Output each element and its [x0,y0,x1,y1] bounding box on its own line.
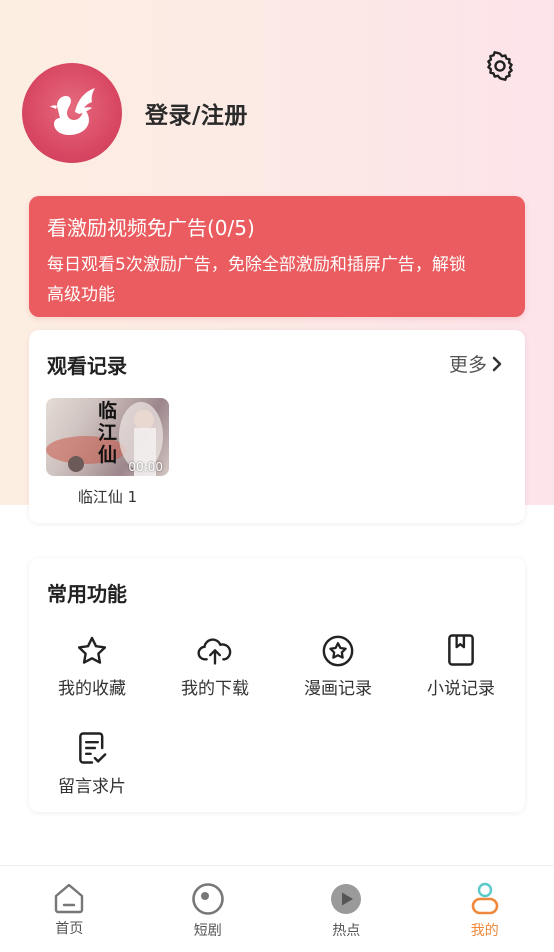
poster-title-text: 临江仙 [98,400,118,466]
history-thumbnail[interactable]: 临江仙 00:00 [46,398,169,476]
history-more-link[interactable]: 更多 [449,350,503,377]
banner-description: 每日观看5次激励广告，免除全部激励和插屏广告，解锁 高级功能 [47,250,507,310]
chevron-right-icon [492,356,502,371]
book-icon [448,634,474,666]
tab-home[interactable]: 首页 [0,866,139,952]
function-label: 漫画记录 [304,679,372,699]
novel-history-button[interactable]: 小说记录 [411,628,511,699]
avatar[interactable] [22,63,122,163]
settings-button[interactable] [482,48,518,84]
more-label: 更多 [448,354,487,376]
video-duration: 00:00 [128,460,163,474]
play-circle-icon [331,884,362,914]
tab-label: 热点 [332,923,361,939]
function-label: 小说记录 [427,679,495,699]
history-item-caption: 临江仙 1 [77,488,138,506]
cloud-upload-icon [197,638,232,665]
tab-mine[interactable]: 我的 [416,866,554,952]
watch-history-card: 观看记录 更多 临江仙 00:00 临江仙 1 [29,330,525,523]
functions-title: 常用功能 [47,582,127,606]
login-register-link[interactable]: 登录/注册 [145,96,248,130]
tab-label: 我的 [470,923,499,939]
document-check-icon [79,732,107,764]
my-downloads-button[interactable]: 我的下载 [165,628,265,699]
my-favorites-button[interactable]: 我的收藏 [42,628,142,699]
history-title: 观看记录 [47,354,127,378]
star-icon [77,636,107,664]
comic-history-button[interactable]: 漫画记录 [288,628,388,699]
function-label: 留言求片 [58,777,126,797]
bottom-tab-bar: 首页 短剧 热点 我的 [0,865,554,952]
tab-label: 短剧 [193,923,222,939]
star-circle-icon [322,635,354,667]
profile-icon [471,882,499,915]
gear-icon [487,51,513,81]
common-functions-card: 常用功能 我的收藏 我的下载 漫画记录 小说记录 留言求片 [29,558,525,812]
banner-title: 看激励视频免广告(0/5) [47,216,255,240]
circle-dot-icon [191,883,224,915]
tab-hot[interactable]: 热点 [277,866,416,952]
banner-description-line: 每日观看5次激励广告，免除全部激励和插屏广告，解锁 [47,255,466,275]
home-icon [55,883,84,914]
function-label: 我的下载 [181,679,249,699]
swan-logo-icon [50,88,95,135]
banner-description-line: 高级功能 [47,285,115,305]
request-movie-button[interactable]: 留言求片 [42,726,142,797]
function-label: 我的收藏 [58,679,126,699]
tab-label: 首页 [55,921,84,937]
reward-ad-banner[interactable]: 看激励视频免广告(0/5) 每日观看5次激励广告，免除全部激励和插屏广告，解锁 … [29,196,525,317]
tab-short-drama[interactable]: 短剧 [139,866,278,952]
